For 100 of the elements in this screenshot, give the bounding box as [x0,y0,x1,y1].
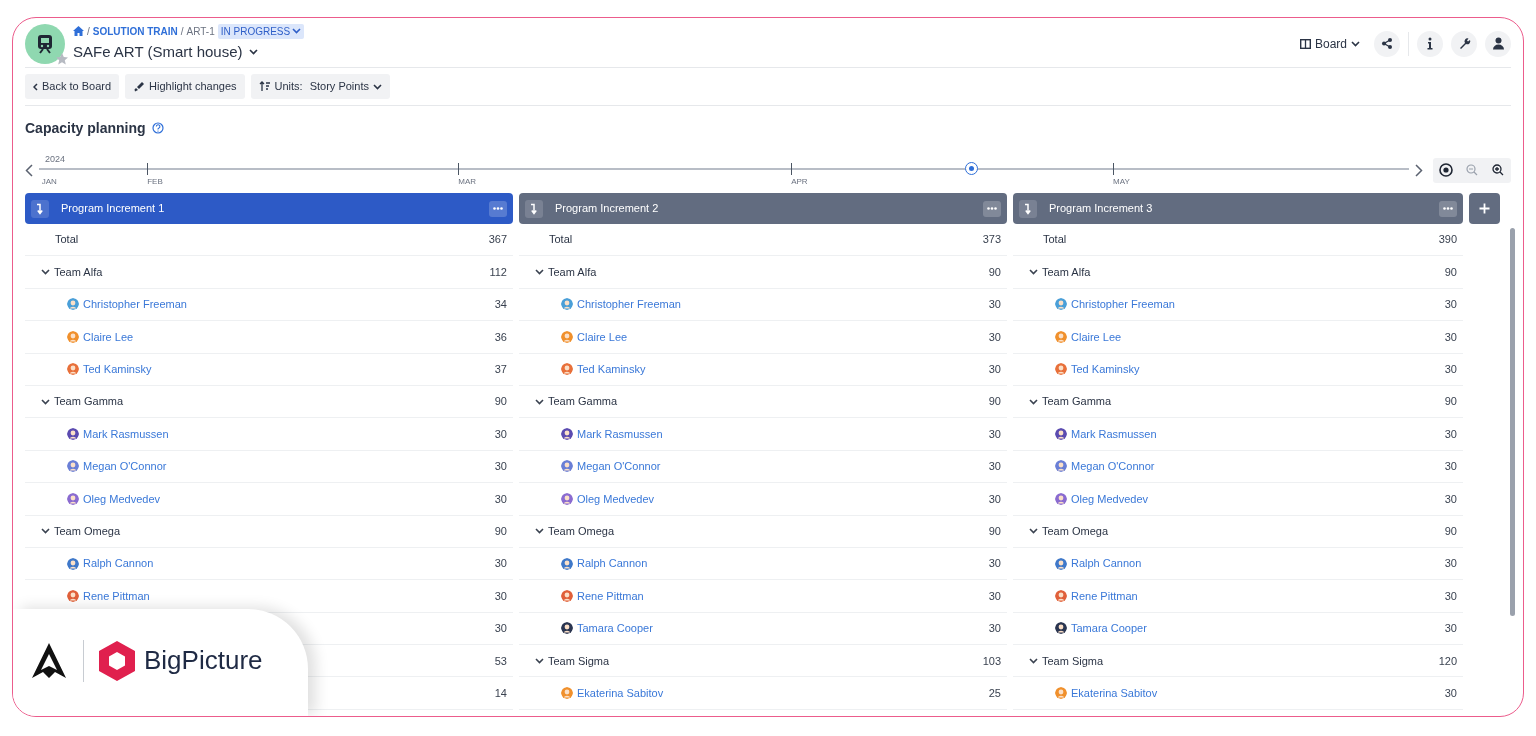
marker-icon [133,81,146,92]
member-link[interactable]: Rene Pittman [1071,587,1138,605]
team-name: Team Sigma [548,653,610,669]
chevron-right-icon[interactable] [1415,163,1423,177]
capacity-value: 30 [1444,297,1457,313]
capacity-value: 30 [988,621,1001,637]
member-link[interactable]: Tamara Cooper [1071,620,1147,637]
member-link[interactable]: Rene Pittman [83,587,150,605]
capacity-value: 30 [494,556,507,572]
capacity-value: 30 [1444,459,1457,475]
today-marker[interactable] [965,162,979,175]
chevron-down-icon[interactable] [41,398,50,405]
member-link[interactable]: Mark Rasmussen [577,425,663,443]
member-link[interactable]: Mark Rasmussen [1071,425,1157,443]
info-button[interactable] [1417,30,1443,57]
member-link[interactable]: Claire Lee [83,328,134,346]
capacity-value: 30 [1444,426,1457,442]
capacity-value: 30 [494,426,507,442]
caret-icon[interactable] [248,48,259,56]
member-link[interactable]: Mark Rasmussen [83,425,169,443]
increment-header[interactable]: Program Increment 3 [1013,193,1463,224]
home-icon[interactable] [73,26,84,37]
view-dropdown[interactable]: Board [1293,34,1366,53]
chevron-down-icon[interactable] [1029,528,1038,535]
member-link[interactable]: Ralph Cannon [83,555,154,572]
brand-name: BigPicture [144,644,263,677]
team-name: Team Omega [54,523,121,539]
arrow-down-icon [1024,202,1032,215]
member-link[interactable]: Ted Kaminsky [83,361,152,378]
member-link[interactable]: Ekaterina Sabitov [577,684,664,702]
member-link[interactable]: Oleg Medvedev [1071,490,1149,508]
add-increment-button[interactable] [1469,193,1500,224]
member-link[interactable]: Oleg Medvedev [83,490,161,508]
member-link[interactable]: Megan O'Connor [1071,458,1155,475]
member-link[interactable]: Oleg Medvedev [577,490,655,508]
month-label: MAR [458,176,476,188]
units-dropdown[interactable]: Units: Story Points [250,74,390,99]
member-link[interactable]: Claire Lee [1071,328,1122,346]
team-name: Team Omega [1042,523,1109,539]
profile-button[interactable] [1485,30,1511,57]
more-icon [1443,207,1453,210]
settings-button[interactable] [1451,30,1477,57]
more-icon [987,207,997,210]
capacity-value: 25 [988,685,1001,701]
member-link[interactable]: Ted Kaminsky [1071,361,1140,378]
chevron-down-icon[interactable] [1029,398,1038,405]
capacity-value: 36 [494,329,507,345]
help-icon[interactable] [151,122,164,134]
team-name: Team Sigma [1042,653,1104,669]
member-link[interactable]: Claire Lee [577,328,628,346]
member-link[interactable]: Ralph Cannon [1071,555,1142,572]
capacity-value: 90 [494,394,507,410]
capacity-value: 30 [988,556,1001,572]
capacity-value: 90 [988,394,1001,410]
team-name: Team Omega [548,523,615,539]
hexagon-logo-icon [98,639,136,682]
breadcrumb-link[interactable]: SOLUTION TRAIN [92,23,178,39]
member-link[interactable]: Christopher Freeman [577,296,681,313]
status-dropdown[interactable]: IN PROGRESS [217,23,305,39]
highlight-button[interactable]: Highlight changes [125,74,245,99]
team-name: Team Alfa [548,264,597,280]
team-name: Team Alfa [54,264,103,280]
capacity-value: 90 [1444,523,1457,539]
more-button[interactable] [983,200,1001,217]
member-link[interactable]: Ekaterina Sabitov [1071,684,1158,702]
chevron-down-icon[interactable] [535,269,544,276]
chevron-left-icon[interactable] [25,163,33,177]
member-link[interactable]: Rene Pittman [577,587,644,605]
total-label: Total [549,232,573,248]
member-link[interactable]: Megan O'Connor [83,458,167,475]
chevron-down-icon[interactable] [41,269,50,276]
chevron-down-icon[interactable] [1029,269,1038,276]
member-link[interactable]: Ralph Cannon [577,555,648,572]
more-button[interactable] [1439,200,1457,217]
breadcrumb-separator: / [87,24,90,39]
target-icon [1439,163,1453,177]
member-link[interactable]: Christopher Freeman [1071,296,1175,313]
chevron-down-icon[interactable] [535,398,544,405]
member-link[interactable]: Ted Kaminsky [577,361,646,378]
increment-header[interactable]: Program Increment 2 [519,193,1007,224]
member-link[interactable]: Christopher Freeman [83,296,187,313]
capacity-value: 90 [1444,264,1457,280]
capacity-value: 30 [494,491,507,507]
capacity-value: 90 [494,523,507,539]
member-link[interactable]: Megan O'Connor [577,458,661,475]
chevron-down-icon[interactable] [41,528,50,535]
caret-icon [1351,40,1360,47]
team-name: Team Alfa [1042,264,1091,280]
month-label: MAY [1113,176,1130,188]
star-icon[interactable] [55,51,69,66]
back-button[interactable]: Back to Board [25,74,120,99]
increment-header[interactable]: Program Increment 1 [25,193,513,224]
more-button[interactable] [489,200,507,217]
member-link[interactable]: Tamara Cooper [577,620,653,637]
chevron-down-icon[interactable] [1029,657,1038,664]
scrollbar[interactable] [1510,228,1515,616]
capacity-value: 30 [1444,556,1457,572]
chevron-down-icon[interactable] [535,528,544,535]
share-button[interactable] [1374,30,1400,57]
chevron-down-icon[interactable] [535,657,544,664]
